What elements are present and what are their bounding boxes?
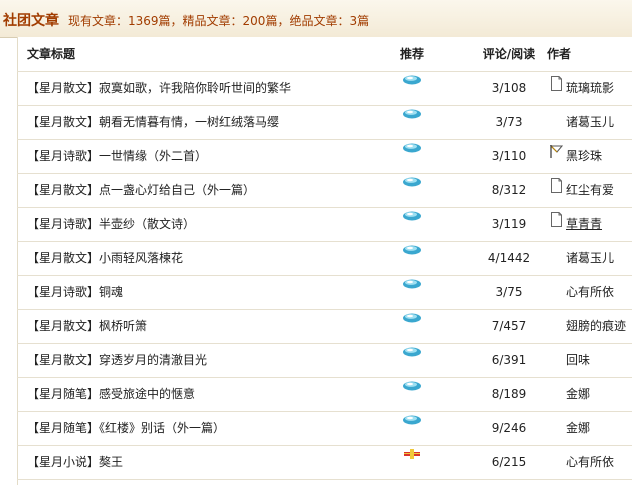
- article-title-cell: 【星月散文】点一盏心灯给自己（外一篇）: [27, 173, 397, 207]
- table-row: 【星月散文】朝看无情暮有情，一树红绒落马缨 3/73 诸葛玉儿: [17, 105, 632, 140]
- table-header-row: 文章标题 推荐 评论/阅读 作者: [17, 37, 632, 72]
- article-title-link[interactable]: 【星月随笔】感受旅途中的惬意: [27, 387, 195, 401]
- article-title-link[interactable]: 【星月诗歌】铜魂: [27, 285, 123, 299]
- gem-icon: [403, 245, 421, 255]
- author-link[interactable]: 回味: [566, 343, 590, 377]
- article-title-link[interactable]: 【星月散文】枫桥听箫: [27, 319, 147, 333]
- document-icon: [551, 178, 562, 193]
- column-header-count: 评论/阅读: [482, 47, 536, 61]
- comment-read-count: 3/110: [491, 149, 527, 163]
- author-link[interactable]: 黑珍珠: [566, 139, 602, 173]
- article-title-cell: 【星月随笔】感受旅途中的惬意: [27, 377, 397, 411]
- author-link[interactable]: 红尘有爱: [566, 173, 614, 207]
- gem-icon: [403, 313, 421, 323]
- table-row: 【星月散文】点一盏心灯给自己（外一篇） 8/312 红尘有爱: [17, 173, 632, 208]
- section-title: 社团文章: [3, 13, 59, 29]
- table-row: 【星月散文】穿透岁月的清澈目光 6/391 回味: [17, 343, 632, 378]
- article-title-cell: 【星月散文】穿透岁月的清澈目光: [27, 343, 397, 377]
- ribbon-icon: [404, 449, 420, 459]
- article-title-link[interactable]: 【星月诗歌】半壶纱（散文诗）: [27, 217, 195, 231]
- table-row: 【星月诗歌】一世情缘（外二首） 3/110 黑珍珠: [17, 139, 632, 174]
- section-header: 社团文章 现有文章：1369篇，精品文章：200篇，绝品文章：3篇: [0, 0, 632, 38]
- comment-read-count: 9/246: [491, 421, 527, 435]
- comment-read-count: 6/215: [491, 455, 527, 469]
- gem-icon: [403, 381, 421, 391]
- article-title-link[interactable]: 【星月散文】寂寞如歌，许我陪你聆听世间的繁华: [27, 81, 291, 95]
- author-link[interactable]: 翅膀的痕迹: [566, 309, 626, 343]
- flag-icon: [550, 145, 563, 158]
- comment-read-count: 3/73: [495, 115, 523, 129]
- article-title-cell: 【星月小说】獒王: [27, 445, 397, 479]
- table-row: 【星月随笔】感受旅途中的惬意 8/189 金娜: [17, 377, 632, 412]
- comment-read-count: 3/75: [495, 285, 523, 299]
- table-row: 【星月随笔】《红楼》别话（外一篇） 9/246 金娜: [17, 411, 632, 446]
- article-title-link[interactable]: 【星月散文】穿透岁月的清澈目光: [27, 353, 207, 367]
- comment-read-count: 8/189: [491, 387, 527, 401]
- column-header-recommend: 推荐: [400, 47, 425, 61]
- table-row: 【星月小说】獒王 6/215 心有所依: [17, 445, 632, 480]
- gem-icon: [403, 211, 421, 221]
- article-title-link[interactable]: 【星月散文】朝看无情暮有情，一树红绒落马缨: [27, 115, 279, 129]
- article-title-cell: 【星月诗歌】铜魂: [27, 275, 397, 309]
- gem-icon: [403, 143, 421, 153]
- author-link[interactable]: 金娜: [566, 411, 590, 445]
- author-link[interactable]: 心有所依: [566, 275, 614, 309]
- author-link[interactable]: 诸葛玉儿: [566, 241, 614, 275]
- article-stats: 现有文章：1369篇，精品文章：200篇，绝品文章：3篇: [68, 14, 370, 28]
- article-title-cell: 【星月诗歌】一世情缘（外二首）: [27, 139, 397, 173]
- article-title-cell: 【星月诗歌】半壶纱（散文诗）: [27, 207, 397, 241]
- table-row: 【星月散文】枫桥听箫 7/457 翅膀的痕迹: [17, 309, 632, 344]
- column-header-title: 文章标题: [27, 47, 76, 61]
- article-title-cell: 【星月散文】寂寞如歌，许我陪你聆听世间的繁华: [27, 71, 397, 105]
- article-title-cell: 【星月散文】小雨轻风落楝花: [27, 241, 397, 275]
- author-link[interactable]: 琉璃琉影: [566, 71, 614, 105]
- comment-read-count: 4/1442: [487, 251, 531, 265]
- comment-read-count: 3/108: [491, 81, 527, 95]
- table-row: 【星月诗歌】半壶纱（散文诗） 3/119 草青青: [17, 207, 632, 242]
- article-title-link[interactable]: 【星月散文】小雨轻风落楝花: [27, 251, 183, 265]
- table-row: 【星月诗歌】铜魂 3/75 心有所依: [17, 275, 632, 310]
- author-link[interactable]: 草青青: [566, 207, 602, 241]
- gem-icon: [403, 279, 421, 289]
- author-link[interactable]: 诸葛玉儿: [566, 105, 614, 139]
- article-title-link[interactable]: 【星月随笔】《红楼》别话（外一篇）: [27, 421, 225, 435]
- comment-read-count: 6/391: [491, 353, 527, 367]
- comment-read-count: 3/119: [491, 217, 527, 231]
- article-title-link[interactable]: 【星月小说】獒王: [27, 455, 123, 469]
- article-title-link[interactable]: 【星月诗歌】一世情缘（外二首）: [27, 149, 207, 163]
- document-icon: [551, 76, 562, 91]
- author-link[interactable]: 心有所依: [566, 445, 614, 479]
- document-icon: [551, 212, 562, 227]
- gem-icon: [403, 415, 421, 425]
- article-title-cell: 【星月散文】朝看无情暮有情，一树红绒落马缨: [27, 105, 397, 139]
- gem-icon: [403, 75, 421, 85]
- gem-icon: [403, 109, 421, 119]
- gem-icon: [403, 177, 421, 187]
- column-header-author: 作者: [547, 47, 572, 61]
- comment-read-count: 8/312: [491, 183, 527, 197]
- comment-read-count: 7/457: [491, 319, 527, 333]
- table-row: 【星月散文】小雨轻风落楝花 4/1442 诸葛玉儿: [17, 241, 632, 276]
- article-title-link[interactable]: 【星月散文】点一盏心灯给自己（外一篇）: [27, 183, 255, 197]
- author-link[interactable]: 金娜: [566, 377, 590, 411]
- article-title-cell: 【星月随笔】《红楼》别话（外一篇）: [27, 411, 397, 445]
- table-row: 【星月散文】寂寞如歌，许我陪你聆听世间的繁华 3/108 琉璃琉影: [17, 71, 632, 106]
- article-title-cell: 【星月散文】枫桥听箫: [27, 309, 397, 343]
- gem-icon: [403, 347, 421, 357]
